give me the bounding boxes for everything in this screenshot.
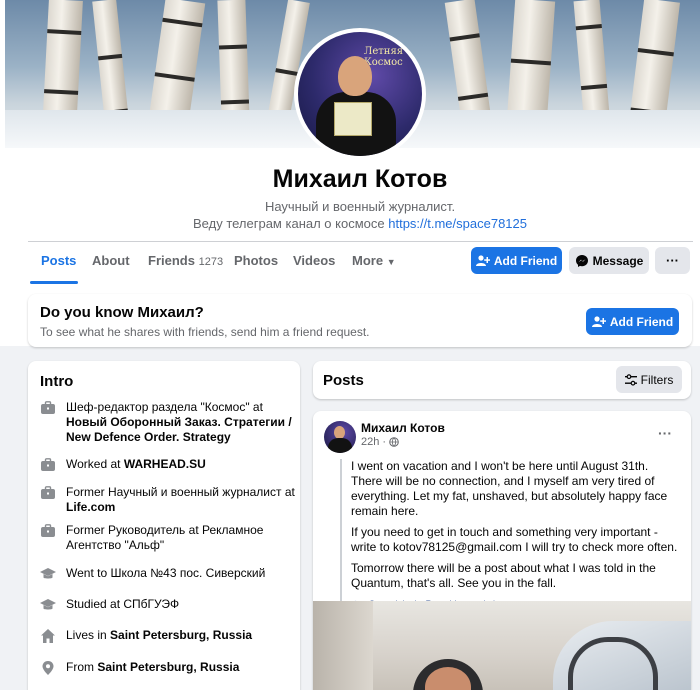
suggestion-add-friend-button[interactable]: Add Friend: [586, 308, 679, 335]
location-pin-icon: [42, 661, 54, 675]
tab-friends-label: Friends: [148, 253, 195, 268]
intro-item: Studied at СПбГУЭФ: [40, 597, 296, 613]
tab-photos[interactable]: Photos: [234, 253, 278, 268]
intro-item: Lives in Saint Petersburg, Russia: [40, 628, 296, 644]
intro-item: Former Научный и военный журналист at Li…: [40, 485, 296, 515]
add-friend-button[interactable]: Add Friend: [471, 247, 562, 274]
intro-item-text: From: [66, 660, 94, 674]
intro-item: Former Руководитель at Рекламное Агентст…: [40, 523, 281, 553]
friends-count: 1273: [198, 256, 224, 268]
message-label: Message: [592, 253, 644, 268]
message-button[interactable]: Message: [569, 247, 649, 274]
post-photo[interactable]: [313, 601, 691, 690]
home-icon: [41, 629, 55, 643]
intro-item-text: Шеф-редактор раздела "Космос" at: [66, 400, 263, 414]
globe-icon: [389, 437, 399, 447]
graduation-cap-icon: [40, 599, 56, 610]
header-divider: [28, 241, 693, 242]
briefcase-icon: [41, 486, 55, 499]
posts-header-card: Posts Filters: [313, 361, 691, 399]
post-paragraph: If you need to get in touch and somethin…: [351, 525, 678, 554]
intro-item-link[interactable]: Saint Petersburg, Russia: [110, 628, 252, 642]
add-friend-icon: [475, 254, 490, 266]
intro-item-text: Former Руководитель at Рекламное Агентст…: [66, 523, 264, 552]
tab-posts[interactable]: Posts: [41, 253, 76, 268]
intro-item: Worked at WARHEAD.SU: [40, 457, 296, 473]
post-paragraph: I went on vacation and I won't be here u…: [351, 459, 668, 518]
tab-about[interactable]: About: [92, 253, 130, 268]
suggestion-subtitle: To see what he shares with friends, send…: [40, 325, 370, 339]
bio-line-1: Научный и военный журналист.: [264, 199, 456, 214]
tab-more[interactable]: More ▼: [352, 253, 396, 268]
posts-title: Posts: [323, 372, 364, 389]
post-time[interactable]: 22h: [361, 436, 379, 448]
meta-dot: ·: [382, 436, 387, 448]
tab-more-label: More: [352, 253, 384, 268]
intro-item-text: Former Научный и военный журналист at: [66, 485, 295, 499]
intro-item-text: Lives in: [66, 628, 107, 642]
bio-link[interactable]: https://t.me/space78125: [388, 216, 527, 231]
intro-title: Intro: [40, 373, 74, 390]
profile-more-button[interactable]: ···: [655, 247, 690, 274]
filters-icon: [624, 373, 637, 386]
briefcase-icon: [41, 401, 55, 414]
intro-item: From Saint Petersburg, Russia: [40, 660, 296, 676]
intro-item-link[interactable]: Life.com: [66, 500, 115, 514]
intro-item-link[interactable]: WARHEAD.SU: [124, 457, 206, 471]
suggestion-add-friend-label: Add Friend: [609, 314, 674, 329]
suggestion-title: Do you know Михаил?: [40, 304, 204, 321]
briefcase-icon: [41, 524, 55, 537]
post-paragraph: Tomorrow there will be a post about what…: [351, 561, 656, 590]
graduation-cap-icon: [40, 568, 56, 579]
briefcase-icon: [41, 458, 55, 471]
profile-name: Михаил Котов: [272, 165, 448, 193]
tab-videos[interactable]: Videos: [293, 253, 335, 268]
post-meta: 22h ·: [361, 436, 399, 448]
caret-down-icon: ▼: [386, 257, 396, 267]
bio-line-2: Веду телеграм канал о космосе: [193, 216, 385, 231]
tab-active-indicator: [30, 281, 78, 284]
profile-avatar[interactable]: Летняя Космос: [294, 28, 426, 160]
intro-item-text: Worked at: [66, 457, 121, 471]
intro-item-text: Studied at СПбГУЭФ: [66, 597, 180, 611]
intro-item: Went to Школа №43 пос. Сиверский: [40, 566, 296, 582]
friend-suggestion-card: Do you know Михаил? To see what he share…: [28, 294, 692, 347]
intro-item-link[interactable]: Новый Оборонный Заказ. Стратегии / New D…: [66, 415, 292, 444]
profile-bio: Научный и военный журналист. Веду телегр…: [0, 198, 700, 232]
filters-button[interactable]: Filters: [616, 366, 682, 393]
post-menu-button[interactable]: ···: [658, 425, 672, 441]
post-author-name[interactable]: Михаил Котов: [361, 421, 445, 435]
messenger-icon: [575, 254, 588, 267]
post-body: I went on vacation and I won't be here u…: [340, 459, 680, 612]
add-friend-icon: [591, 315, 606, 327]
intro-item-text: Went to Школа №43 пос. Сиверский: [66, 566, 266, 580]
filters-label: Filters: [640, 372, 674, 387]
add-friend-label: Add Friend: [493, 253, 558, 268]
tab-friends[interactable]: Friends 1273: [148, 253, 223, 268]
intro-card: Intro Шеф-редактор раздела "Космос" at Н…: [28, 361, 300, 690]
avatar-caption: Летняя Космос: [364, 46, 404, 68]
intro-item-link[interactable]: Saint Petersburg, Russia: [97, 660, 239, 674]
intro-item: Шеф-редактор раздела "Космос" at Новый О…: [40, 400, 296, 445]
post-author-avatar[interactable]: [324, 421, 356, 453]
